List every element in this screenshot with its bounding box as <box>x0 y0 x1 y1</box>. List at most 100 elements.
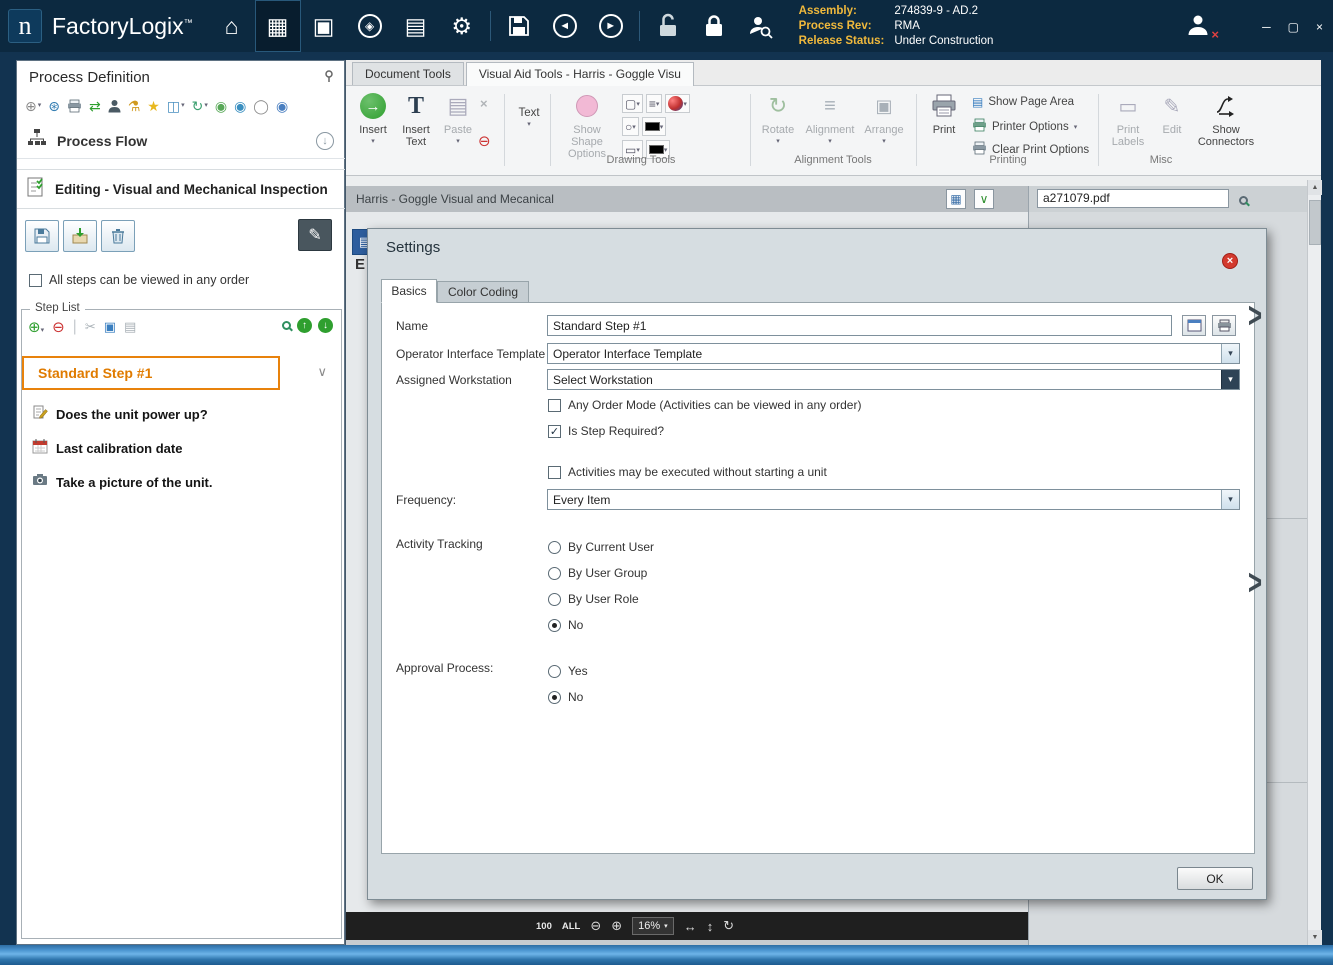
home-button[interactable]: ⌂ <box>209 0 255 52</box>
refresh-icon[interactable]: ↻ ▾ <box>192 98 208 114</box>
unlock-button[interactable] <box>645 0 691 52</box>
user-icon[interactable] <box>108 99 121 113</box>
workstation-dropdown[interactable]: Select Workstation ▾ <box>547 369 1240 390</box>
stop-icon[interactable]: ◯ <box>253 98 269 114</box>
paste-icon[interactable]: ▤ <box>124 319 136 335</box>
zoom-level-combo[interactable]: 16% ▾ <box>632 917 674 935</box>
ellipse-shape-button[interactable]: ○ ▾ <box>622 117 639 136</box>
pan-horizontal-icon[interactable]: ↔ <box>684 919 697 934</box>
back-button[interactable]: ◄ <box>542 0 588 52</box>
info-icon[interactable]: ◉ <box>276 98 288 114</box>
print-button[interactable]: Print <box>924 91 964 136</box>
name-print-button[interactable] <box>1212 315 1236 336</box>
by-user-role-radio[interactable] <box>548 592 561 606</box>
layers-icon[interactable]: ◫ ▾ <box>167 98 185 114</box>
process-flow-row[interactable]: Process Flow ↓ <box>17 123 346 159</box>
save-process-button[interactable] <box>25 220 59 252</box>
print-icon[interactable] <box>67 99 82 113</box>
line-style-button[interactable]: ≡ ▾ <box>645 94 663 113</box>
zoom-all-button[interactable]: ALL <box>562 921 580 932</box>
move-up-icon[interactable]: ↑ <box>297 318 312 333</box>
edit-button[interactable]: ✎ Edit <box>1154 91 1190 137</box>
copy-icon[interactable]: ▣ <box>104 319 116 335</box>
insert-button[interactable]: → Insert ▾ <box>354 91 392 145</box>
find-user-button[interactable] <box>737 0 783 52</box>
save-button[interactable] <box>496 0 542 52</box>
add-step-icon[interactable]: ⊕▾ <box>28 318 44 336</box>
frequency-dropdown[interactable]: Every Item ▾ <box>547 489 1240 510</box>
zoom-in-icon[interactable]: ⊕ <box>611 918 622 934</box>
printer-options-button[interactable]: Printer Options ▾ <box>972 118 1077 135</box>
find-step-icon[interactable] <box>282 321 291 330</box>
pan-vertical-icon[interactable]: ↕ <box>707 919 714 934</box>
next-page-chevron-icon[interactable]: > <box>1248 563 1262 605</box>
dialog-close-button[interactable]: × <box>1222 253 1238 269</box>
step-item[interactable]: Does the unit power up? <box>32 402 208 426</box>
step-expander-icon[interactable]: ∨ <box>317 364 327 380</box>
show-connectors-button[interactable]: Show Connectors <box>1194 91 1258 148</box>
approval-no-radio[interactable] <box>548 690 561 704</box>
paste-button[interactable]: ▤ Paste ▾ <box>440 91 476 145</box>
logout-user-button[interactable]: × <box>1185 12 1219 42</box>
step-item[interactable]: Last calibration date <box>32 436 182 460</box>
tracking-no-radio[interactable] <box>548 618 561 632</box>
delete-process-button[interactable] <box>101 220 135 252</box>
settings-button[interactable]: ⚙ <box>439 0 485 52</box>
layout-grid-button[interactable]: ▦ <box>946 189 966 209</box>
alignment-button[interactable]: ≡ Alignment ▾ <box>804 91 856 146</box>
rotate-view-icon[interactable]: ↻ <box>723 918 734 934</box>
zoom-100-button[interactable]: 100 <box>536 921 552 932</box>
forward-button[interactable]: ► <box>588 0 634 52</box>
approval-yes-radio[interactable] <box>548 664 561 678</box>
color-ball-button[interactable]: ▾ <box>665 94 690 113</box>
by-user-group-radio[interactable] <box>548 566 561 580</box>
tab-visual-aid-tools[interactable]: Visual Aid Tools - Harris - Goggle Visu <box>465 62 694 86</box>
arrange-button[interactable]: ▣ Arrange ▾ <box>860 91 908 146</box>
text-dropdown-button[interactable]: Text ▾ <box>512 104 546 128</box>
lock-button[interactable] <box>691 0 737 52</box>
rotate-button[interactable]: ↻ Rotate ▾ <box>758 91 798 145</box>
stroke-color-picker[interactable]: ▾ <box>641 117 667 136</box>
oit-dropdown[interactable]: Operator Interface Template ▾ <box>547 343 1240 364</box>
edit-process-button[interactable]: ✎ <box>298 219 332 251</box>
scroll-down-icon[interactable]: ▼ <box>1308 930 1322 945</box>
library-button[interactable]: ▤ <box>393 0 439 52</box>
star-icon[interactable]: ★ <box>147 98 160 114</box>
next-page-chevron-icon[interactable]: > <box>1248 296 1262 338</box>
close-button[interactable]: × <box>1316 20 1323 34</box>
collapse-icon[interactable]: ↓ <box>316 131 334 150</box>
delete-shape-icon[interactable]: × <box>480 96 488 111</box>
process-editor-button[interactable]: ▦ <box>254 0 301 52</box>
documents-button[interactable]: ▣ <box>301 0 347 52</box>
tab-color-coding[interactable]: Color Coding <box>437 281 529 303</box>
maximize-button[interactable]: ▢ <box>1288 20 1299 34</box>
import-process-button[interactable] <box>63 220 97 252</box>
tab-document-tools[interactable]: Document Tools <box>352 62 464 85</box>
scrollbar-thumb[interactable] <box>1309 200 1321 245</box>
ok-button[interactable]: OK <box>1177 867 1253 890</box>
web-link-icon[interactable]: ⊛ <box>48 98 60 114</box>
rectangle-shape-button[interactable]: ▢ ▾ <box>622 94 643 113</box>
by-current-user-radio[interactable] <box>548 540 561 554</box>
remove-step-icon[interactable]: ⊖ <box>52 318 65 336</box>
pin-icon[interactable] <box>322 69 336 88</box>
record-icon[interactable]: ◉ <box>215 98 227 114</box>
show-shape-options-button[interactable]: Show Shape Options <box>556 91 618 160</box>
activities-without-unit-checkbox[interactable] <box>548 465 561 479</box>
name-input[interactable] <box>547 315 1172 336</box>
move-down-icon[interactable]: ↓ <box>318 318 333 333</box>
transfer-icon[interactable]: ⇄ <box>89 98 101 114</box>
scroll-up-icon[interactable]: ▲ <box>1308 180 1322 195</box>
step-item-selected[interactable]: Standard Step #1 <box>22 356 280 390</box>
navigator-button[interactable]: ◈ <box>347 0 393 52</box>
zoom-out-icon[interactable]: ⊖ <box>590 918 601 934</box>
select-check-button[interactable]: ∨ <box>974 189 994 209</box>
globe-icon[interactable]: ◉ <box>234 98 246 114</box>
search-icon[interactable] <box>1239 192 1248 210</box>
name-localize-button[interactable] <box>1182 315 1206 336</box>
add-icon[interactable]: ⊕ ▾ <box>25 98 41 114</box>
show-page-area-button[interactable]: ▤ Show Page Area <box>972 95 1074 109</box>
tab-basics[interactable]: Basics <box>381 279 437 303</box>
any-order-checkbox[interactable] <box>29 273 42 287</box>
print-labels-button[interactable]: ▭ Print Labels <box>1106 91 1150 149</box>
